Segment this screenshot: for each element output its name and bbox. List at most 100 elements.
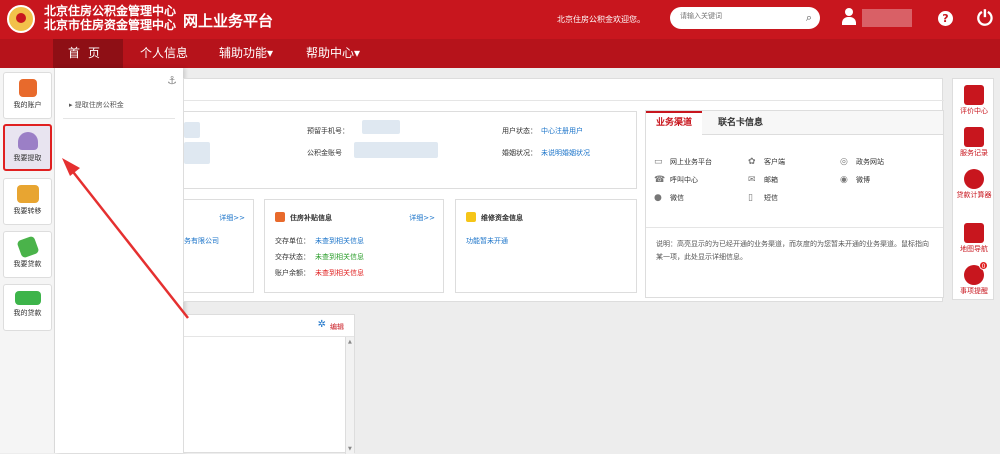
wechat-icon: ●: [654, 193, 662, 203]
calculator-icon: [964, 223, 984, 243]
housing-subsidy-card: 住房补贴信息 详细>> 交存单位： 未查到相关信息 交存状态： 未查到相关信息 …: [264, 199, 444, 293]
channels-panel: 业务渠道 联名卡信息 ▭ 网上业务平台 ✿ 客户端 ◎ 政务网站 ☎ 呼叫中心 ✉ 邮箱 …: [645, 110, 944, 298]
sidebar-item-my-account[interactable]: 我的账户: [3, 72, 52, 119]
repair-icon: [466, 212, 476, 222]
subsidy-unit-value: 未查到相关信息: [315, 237, 364, 245]
marriage-value: 未说明婚姻状况: [541, 149, 590, 157]
blurred-name: [184, 122, 200, 138]
alarm-clock-icon: [964, 169, 984, 189]
client-icon: ✿: [748, 157, 756, 167]
rightbar-label: 评价中心: [960, 107, 988, 115]
channel-online-platform[interactable]: ▭ 网上业务平台: [654, 157, 712, 167]
subsidy-status-value: 未查到相关信息: [315, 253, 364, 261]
users-icon: [17, 132, 38, 150]
subsidy-detail-link[interactable]: 详细>>: [409, 213, 435, 223]
mobile-icon: ▯: [748, 193, 753, 203]
rightbar-item-evaluation[interactable]: 评价中心: [953, 85, 995, 115]
nav-help-label: 帮助中心: [306, 46, 355, 60]
tab-cobranded-card[interactable]: 联名卡信息: [708, 111, 773, 135]
rightbar-item-loan-calculator[interactable]: 贷款计算器: [953, 169, 995, 199]
sidebar-item-label: 我要贷款: [13, 260, 42, 268]
blurred-phone: [362, 120, 400, 134]
logout-icon[interactable]: ⏻: [977, 6, 993, 30]
repair-value: 功能暂未开通: [466, 237, 508, 245]
company-detail-link[interactable]: 详细>>: [219, 213, 245, 223]
channel-client[interactable]: ✿ 客户端: [748, 157, 785, 167]
rightbar-item-reminders[interactable]: 0 事项提醒: [953, 261, 995, 295]
sidebar-item-label: 我要转移: [13, 207, 42, 215]
sidebar-item-my-loan[interactable]: 我的贷款: [3, 284, 52, 331]
search-input[interactable]: [680, 12, 800, 20]
scroll-down-icon[interactable]: ▼: [348, 446, 352, 452]
org-line1: 北京住房公积金管理中心: [44, 4, 177, 18]
company-value: 务有限公司: [184, 237, 219, 245]
username-blurred[interactable]: [862, 9, 912, 27]
evaluation-icon: [964, 85, 984, 105]
channel-label: 政务网站: [856, 158, 884, 166]
weibo-icon: ◉: [840, 175, 848, 185]
channel-wechat[interactable]: ● 微信: [654, 193, 684, 203]
marriage-label: 婚姻状况：: [502, 149, 537, 157]
tag-icon: [15, 235, 40, 259]
phone-label: 预留手机号：: [307, 127, 349, 135]
logo-icon: [7, 5, 35, 33]
nav-home[interactable]: 首页: [53, 39, 124, 68]
scroll-up-icon[interactable]: ▲: [348, 339, 352, 345]
search-icon[interactable]: ⌕: [806, 11, 812, 25]
gear-icon[interactable]: ✲: [318, 319, 326, 330]
widget-header: ✲ 编辑: [184, 315, 354, 337]
account-icon: [18, 79, 37, 97]
channel-email[interactable]: ✉ 邮箱: [748, 175, 778, 185]
globe-icon: 0: [964, 261, 988, 285]
channel-label: 短信: [764, 194, 778, 202]
sidebar-item-withdraw[interactable]: 我要提取: [3, 124, 52, 171]
scrollbar[interactable]: ▲ ▼: [345, 337, 354, 454]
rightbar-label: 贷款计算器: [956, 191, 992, 199]
chevron-down-icon: ▾: [267, 46, 274, 60]
divider: [63, 118, 175, 119]
top-header: 北京住房公积金管理中心 北京市住房资金管理中心 网上业务平台 北京住房公积金欢迎…: [0, 0, 1000, 39]
edit-link[interactable]: 编辑: [330, 322, 344, 332]
repair-fund-card: 维修资金信息 功能暂未开通: [455, 199, 637, 293]
sidebar-item-loan[interactable]: 我要贷款: [3, 231, 52, 278]
channel-call-center[interactable]: ☎ 呼叫中心: [654, 175, 698, 185]
channel-sms[interactable]: ▯ 短信: [748, 193, 778, 203]
rightbar-item-map-navigation[interactable]: 地图导航: [953, 223, 995, 253]
search-box[interactable]: ⌕: [670, 7, 820, 29]
computer-icon: ▭: [654, 157, 663, 167]
nav-aux-label: 辅助功能: [219, 46, 268, 60]
nav-help-center[interactable]: 帮助中心▾: [306, 39, 360, 68]
rightbar-label: 事项提醒: [960, 287, 988, 295]
subsidy-title: 住房补贴信息: [290, 214, 332, 222]
help-icon[interactable]: ?: [938, 11, 953, 26]
mail-icon: ✉: [748, 175, 756, 185]
subsidy-balance-label: 账户余额：: [275, 269, 310, 277]
rightbar-label: 服务记录: [960, 149, 988, 157]
pin-icon[interactable]: ⚓: [167, 74, 177, 87]
channel-label: 客户端: [764, 158, 785, 166]
user-status-value: 中心注册用户: [541, 127, 583, 135]
nav-personal-info[interactable]: 个人信息: [140, 39, 188, 68]
withdraw-submenu: ⚓ ▸ 提取住房公积金: [55, 68, 183, 453]
channel-gov-website[interactable]: ◎ 政务网站: [840, 157, 884, 167]
reminder-badge: 0: [979, 261, 988, 270]
sidebar-item-transfer[interactable]: 我要转移: [3, 178, 52, 225]
main-nav: 首页 个人信息 辅助功能▾ 帮助中心▾ ◀) 公告: [0, 39, 1000, 98]
org-line2: 北京市住房资金管理中心: [44, 18, 177, 32]
blurred-fund-account: [354, 142, 438, 158]
channel-weibo[interactable]: ◉ 微博: [840, 175, 870, 185]
submenu-item-withdraw-fund[interactable]: ▸ 提取住房公积金: [69, 100, 124, 110]
subsidy-balance-value: 未查到相关信息: [315, 269, 364, 277]
right-sidebar: 评价中心 服务记录 贷款计算器 地图导航 0 事项提醒: [952, 78, 994, 300]
left-sidebar: 我的账户 我要提取 我要转移 我要贷款 我的贷款: [0, 68, 55, 453]
overview-header: [184, 79, 944, 101]
channel-label: 邮箱: [764, 176, 778, 184]
subsidy-status-label: 交存状态：: [275, 253, 310, 261]
repair-title: 维修资金信息: [481, 214, 523, 222]
tab-business-channels[interactable]: 业务渠道: [646, 111, 703, 135]
user-icon[interactable]: [842, 8, 856, 26]
lower-widget: ✲ 编辑 ▲ ▼: [183, 314, 355, 454]
rightbar-item-service-record[interactable]: 服务记录: [953, 127, 995, 157]
nav-aux-functions[interactable]: 辅助功能▾: [219, 39, 273, 68]
rightbar-label: 地图导航: [960, 245, 988, 253]
